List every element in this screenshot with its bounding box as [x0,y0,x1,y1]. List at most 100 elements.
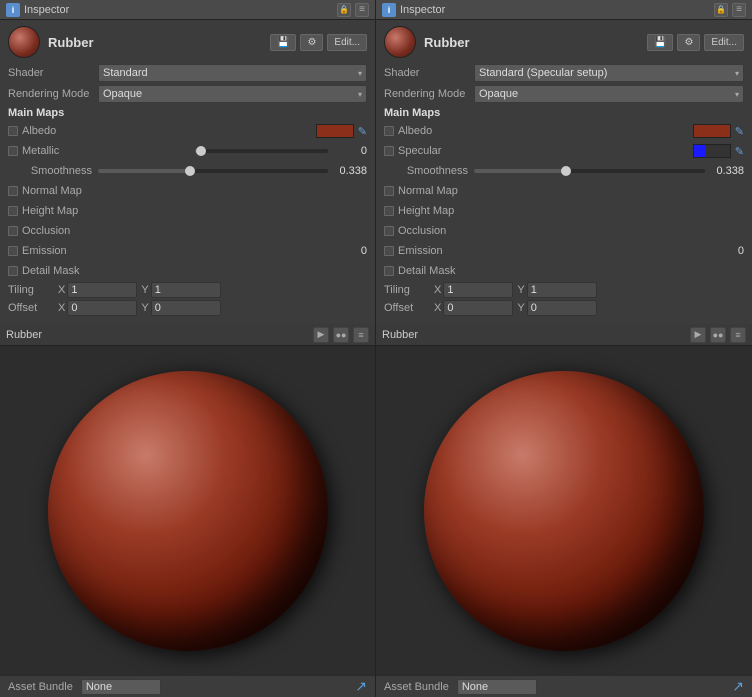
right-menu-btn2[interactable]: ≡ [730,327,746,343]
left-detailmask-check[interactable] [8,266,18,276]
left-asset-bundle-dropdown[interactable]: None [81,679,161,695]
right-normalmap-check[interactable] [384,186,394,196]
left-offset-x-axis: X [58,302,65,314]
right-shader-label: Shader [384,67,474,79]
right-lock-btn[interactable]: 🔒 [714,3,728,17]
left-albedo-check[interactable] [8,126,18,136]
right-shader-row: Shader Standard (Specular setup) ▾ [384,64,744,82]
left-occlusion-check[interactable] [8,226,18,236]
left-offset-x-input[interactable] [67,300,137,316]
right-save-btn[interactable]: 💾 [647,34,673,51]
inspector-icon-right: i [382,3,396,17]
left-menu-btn[interactable]: ≡ [355,3,369,17]
right-tiling-y-input[interactable] [527,282,597,298]
left-metallic-check[interactable] [8,146,18,156]
right-albedo-check[interactable] [384,126,394,136]
right-occlusion-label: Occlusion [398,225,744,237]
right-specular-pencil[interactable]: ✎ [735,145,744,158]
right-emission-label: Emission [398,245,734,257]
left-metallic-slider-container: 0 [195,145,368,157]
left-preview-area: Rubber ▶ ●● ≡ [0,324,375,675]
left-rendering-label: Rendering Mode [8,88,98,100]
right-specular-swatch[interactable] [693,144,731,158]
right-offset-x-input[interactable] [443,300,513,316]
right-heightmap-row: Height Map [384,202,744,220]
right-offset-label: Offset [384,302,434,314]
left-lock-btn[interactable]: 🔒 [337,3,351,17]
left-smoothness-thumb[interactable] [185,166,195,176]
right-shader-dropdown[interactable]: Standard (Specular setup) ▾ [474,64,744,82]
left-offset-row: Offset X Y [8,300,367,316]
right-tiling-x-input[interactable] [443,282,513,298]
left-dots-btn[interactable]: ●● [333,327,349,343]
right-heightmap-check[interactable] [384,206,394,216]
left-shader-arrow: ▾ [358,69,362,78]
left-albedo-pencil[interactable]: ✎ [358,125,367,138]
left-tiling-x-axis: X [58,284,65,296]
left-tiling-x-input[interactable] [67,282,137,298]
left-gear-btn[interactable]: ⚙ [300,34,323,51]
right-smoothness-thumb[interactable] [561,166,571,176]
right-preview-controls: ▶ ●● ≡ [690,327,746,343]
left-emission-value: 0 [361,245,367,257]
left-normalmap-check[interactable] [8,186,18,196]
left-shader-dropdown[interactable]: Standard ▾ [98,64,367,82]
right-emission-check[interactable] [384,246,394,256]
right-albedo-label: Albedo [398,125,693,137]
left-emission-check[interactable] [8,246,18,256]
right-shader-arrow: ▾ [735,69,739,78]
left-offset-y-input[interactable] [151,300,221,316]
right-menu-btn[interactable]: ≡ [732,3,746,17]
left-play-btn[interactable]: ▶ [313,327,329,343]
left-material-name: Rubber [48,35,94,50]
left-material-toolbar: 💾 ⚙ Edit... [270,34,367,51]
right-detailmask-check[interactable] [384,266,394,276]
right-smoothness-label: Smoothness [384,165,474,177]
right-tiling-x-field: X [434,282,513,298]
right-emission-value: 0 [738,245,744,257]
right-material-header: Rubber 💾 ⚙ Edit... [384,26,744,58]
right-inspector-panel: i Inspector 🔒 ≡ Rubber 💾 ⚙ Edit... Shade… [376,0,752,697]
right-offset-y-input[interactable] [527,300,597,316]
left-panel-title: Inspector [24,4,333,16]
left-smoothness-row: Smoothness 0.338 [8,162,367,180]
left-rendering-dropdown[interactable]: Opaque ▾ [98,85,367,103]
right-dots-btn[interactable]: ●● [710,327,726,343]
right-edit-btn[interactable]: Edit... [704,34,744,51]
right-albedo-row: Albedo ✎ [384,122,744,140]
right-specular-check[interactable] [384,146,394,156]
left-link-icon[interactable]: ↗ [355,678,367,695]
right-gear-btn[interactable]: ⚙ [677,34,700,51]
left-menu-btn[interactable]: ≡ [353,327,369,343]
left-emission-label: Emission [22,245,357,257]
left-metallic-thumb[interactable] [196,146,206,156]
left-edit-btn[interactable]: Edit... [327,34,367,51]
right-rendering-dropdown[interactable]: Opaque ▾ [474,85,744,103]
left-tiling-y-input[interactable] [151,282,221,298]
right-shader-value: Standard (Specular setup) [479,67,607,79]
right-occlusion-check[interactable] [384,226,394,236]
left-heightmap-row: Height Map [8,202,367,220]
right-asset-bundle-dropdown[interactable]: None [457,679,537,695]
left-smoothness-value: 0.338 [332,165,367,177]
left-offset-y-field: Y [141,300,220,316]
left-save-btn[interactable]: 💾 [270,34,296,51]
right-albedo-pencil[interactable]: ✎ [735,125,744,138]
right-panel-title: Inspector [400,4,710,16]
right-link-icon[interactable]: ↗ [732,678,744,695]
right-tiling-label: Tiling [384,284,434,296]
left-heightmap-check[interactable] [8,206,18,216]
left-albedo-swatch[interactable] [316,124,354,138]
left-shader-label: Shader [8,67,98,79]
left-panel-header: i Inspector 🔒 ≡ [0,0,375,20]
left-tiling-row: Tiling X Y [8,282,367,298]
right-albedo-swatch[interactable] [693,124,731,138]
left-material-preview-ball [8,26,40,58]
left-inspector-panel: i Inspector 🔒 ≡ Rubber 💾 ⚙ Edit... Shade… [0,0,376,697]
left-tiling-y-axis: Y [141,284,148,296]
left-sphere [48,371,328,651]
right-smoothness-track [474,169,705,173]
right-tiling-xy: X Y [434,282,744,298]
left-normalmap-row: Normal Map [8,182,367,200]
right-play-btn[interactable]: ▶ [690,327,706,343]
